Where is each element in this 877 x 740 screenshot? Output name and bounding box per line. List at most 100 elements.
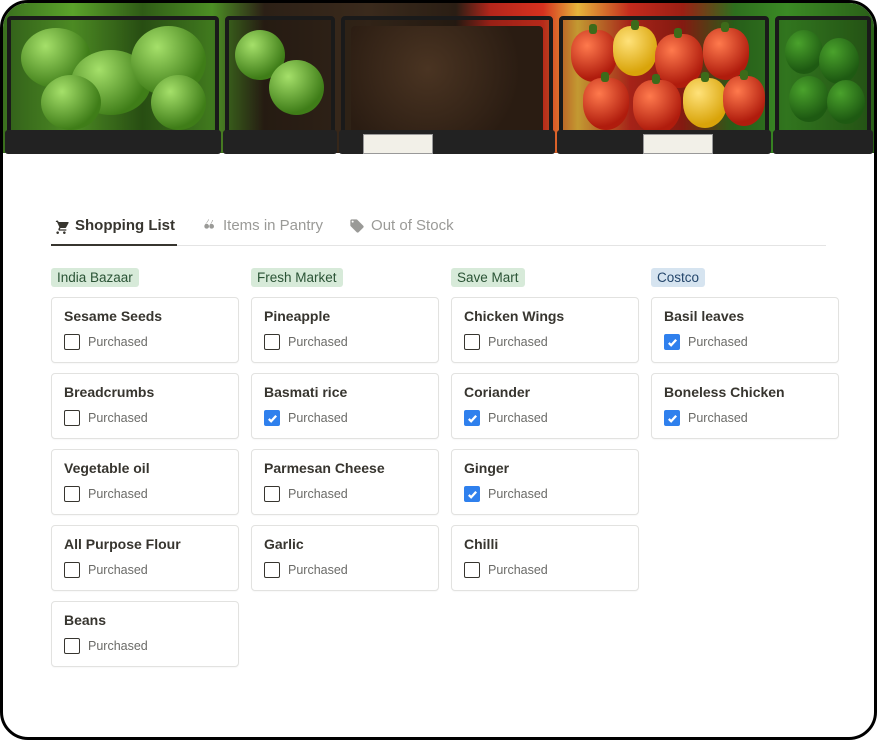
card[interactable]: Garlic Purchased [251, 525, 439, 591]
card-title: Vegetable oil [64, 460, 226, 476]
crate [7, 16, 219, 144]
purchased-row: Purchased [664, 334, 826, 350]
purchased-checkbox[interactable] [64, 562, 80, 578]
purchased-row: Purchased [464, 562, 626, 578]
card[interactable]: Chicken Wings Purchased [451, 297, 639, 363]
card[interactable]: Sesame Seeds Purchased [51, 297, 239, 363]
purchased-label: Purchased [288, 335, 348, 349]
card-title: Basil leaves [664, 308, 826, 324]
purchased-checkbox[interactable] [464, 334, 480, 350]
purchased-label: Purchased [488, 487, 548, 501]
purchased-row: Purchased [464, 334, 626, 350]
tab-label: Shopping List [75, 217, 175, 234]
board-column: Fresh MarketPineapplePurchasedBasmati ri… [251, 268, 439, 677]
purchased-label: Purchased [288, 411, 348, 425]
purchased-row: Purchased [64, 486, 226, 502]
purchased-label: Purchased [88, 563, 148, 577]
purchased-checkbox[interactable] [64, 410, 80, 426]
column-header[interactable]: Costco [651, 268, 705, 287]
purchased-label: Purchased [488, 411, 548, 425]
crate [225, 16, 335, 144]
purchased-row: Purchased [664, 410, 826, 426]
card-title: Parmesan Cheese [264, 460, 426, 476]
purchased-row: Purchased [264, 486, 426, 502]
price-tag [363, 134, 433, 154]
purchased-checkbox[interactable] [464, 410, 480, 426]
card[interactable]: Basmati rice Purchased [251, 373, 439, 439]
board-column: CostcoBasil leavesPurchasedBoneless Chic… [651, 268, 839, 677]
purchased-checkbox[interactable] [464, 562, 480, 578]
purchased-checkbox[interactable] [64, 486, 80, 502]
purchased-label: Purchased [88, 335, 148, 349]
tab-items-in-pantry[interactable]: Items in Pantry [199, 211, 325, 246]
app-frame: Shopping List Items in Pantry Out of Sto… [0, 0, 877, 740]
purchased-checkbox[interactable] [664, 410, 680, 426]
purchased-row: Purchased [264, 334, 426, 350]
card[interactable]: Vegetable oil Purchased [51, 449, 239, 515]
tab-shopping-list[interactable]: Shopping List [51, 211, 177, 246]
tab-out-of-stock[interactable]: Out of Stock [347, 211, 456, 246]
purchased-checkbox[interactable] [64, 638, 80, 654]
purchased-label: Purchased [288, 563, 348, 577]
purchased-row: Purchased [64, 334, 226, 350]
page-content: Shopping List Items in Pantry Out of Sto… [3, 153, 874, 677]
purchased-checkbox[interactable] [264, 486, 280, 502]
crate [775, 16, 871, 144]
column-header[interactable]: Fresh Market [251, 268, 343, 287]
card[interactable]: Breadcrumbs Purchased [51, 373, 239, 439]
purchased-checkbox[interactable] [64, 334, 80, 350]
cart-icon [53, 218, 69, 234]
board-column: India BazaarSesame SeedsPurchasedBreadcr… [51, 268, 239, 677]
banner-image [3, 3, 874, 153]
purchased-label: Purchased [688, 335, 748, 349]
purchased-row: Purchased [464, 486, 626, 502]
purchased-checkbox[interactable] [264, 562, 280, 578]
board-column: Save MartChicken WingsPurchasedCoriander… [451, 268, 639, 677]
card[interactable]: Chilli Purchased [451, 525, 639, 591]
purchased-row: Purchased [64, 638, 226, 654]
purchased-label: Purchased [88, 487, 148, 501]
purchased-label: Purchased [488, 335, 548, 349]
column-header[interactable]: India Bazaar [51, 268, 139, 287]
card-title: Garlic [264, 536, 426, 552]
purchased-label: Purchased [688, 411, 748, 425]
card[interactable]: Coriander Purchased [451, 373, 639, 439]
card-title: All Purpose Flour [64, 536, 226, 552]
purchased-row: Purchased [64, 410, 226, 426]
tab-label: Out of Stock [371, 217, 454, 234]
card[interactable]: Basil leaves Purchased [651, 297, 839, 363]
purchased-checkbox[interactable] [264, 410, 280, 426]
card[interactable]: Parmesan Cheese Purchased [251, 449, 439, 515]
purchased-checkbox[interactable] [264, 334, 280, 350]
tag-icon [349, 218, 365, 234]
purchased-checkbox[interactable] [464, 486, 480, 502]
card-title: Chicken Wings [464, 308, 626, 324]
card[interactable]: Beans Purchased [51, 601, 239, 667]
purchased-label: Purchased [88, 411, 148, 425]
column-header[interactable]: Save Mart [451, 268, 525, 287]
crate [559, 16, 769, 144]
board: India BazaarSesame SeedsPurchasedBreadcr… [51, 268, 826, 677]
cherry-icon [201, 218, 217, 234]
purchased-row: Purchased [264, 410, 426, 426]
purchased-label: Purchased [88, 639, 148, 653]
card-title: Chilli [464, 536, 626, 552]
view-tabs: Shopping List Items in Pantry Out of Sto… [51, 211, 826, 246]
card-title: Pineapple [264, 308, 426, 324]
card-title: Boneless Chicken [664, 384, 826, 400]
card-title: Beans [64, 612, 226, 628]
card[interactable]: All Purpose Flour Purchased [51, 525, 239, 591]
card[interactable]: GingerPurchased [451, 449, 639, 515]
purchased-label: Purchased [288, 487, 348, 501]
card-title: Basmati rice [264, 384, 426, 400]
card[interactable]: Pineapple Purchased [251, 297, 439, 363]
card-title: Breadcrumbs [64, 384, 226, 400]
tab-label: Items in Pantry [223, 217, 323, 234]
card-title: Coriander [464, 384, 626, 400]
purchased-row: Purchased [464, 410, 626, 426]
purchased-row: Purchased [64, 562, 226, 578]
crate [341, 16, 553, 144]
card[interactable]: Boneless Chicken Purchased [651, 373, 839, 439]
purchased-checkbox[interactable] [664, 334, 680, 350]
card-title: Sesame Seeds [64, 308, 226, 324]
